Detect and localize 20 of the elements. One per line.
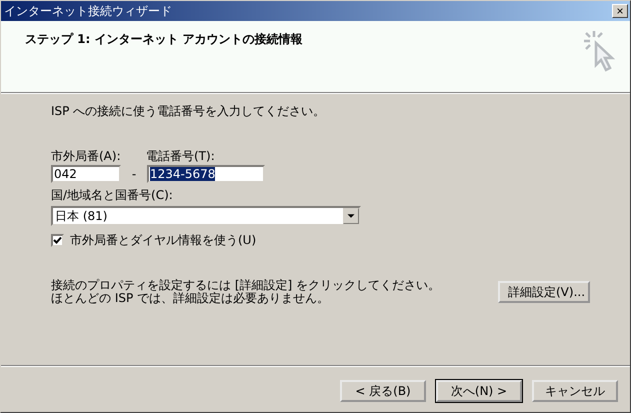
note-text: 接続のプロパティを設定するには [詳細設定] をクリックしてください。: [51, 279, 440, 292]
wizard-button[interactable]: キャンセル: [532, 380, 618, 402]
step-title: ステップ 1: インターネット アカウントの接続情報: [25, 31, 303, 48]
wizard-button[interactable]: 次へ(N) >: [436, 380, 522, 402]
field-label: 国/地域名と国番号(C):: [51, 187, 174, 204]
country-dropdown[interactable]: 日本 (81): [51, 206, 361, 226]
field-label: 電話番号(T):: [146, 148, 215, 165]
wizard-button[interactable]: < 戻る(B): [340, 380, 426, 402]
area-code-field[interactable]: 042: [51, 165, 121, 183]
advanced-settings-button[interactable]: 詳細設定(V)...: [498, 281, 590, 303]
checkbox-label: 市外局番とダイヤル情報を使う(U): [70, 232, 256, 249]
close-button[interactable]: ×: [612, 4, 628, 18]
window-title: インターネット接続ウィザード: [4, 2, 172, 20]
phone-number-field[interactable]: 1234-5678: [147, 165, 265, 183]
cursor-sparkle-icon: [582, 29, 618, 73]
note-text: ほとんどの ISP では、詳細設定は必要ありません。: [51, 292, 330, 305]
instruction-text: ISP への接続に使う電話番号を入力してください。: [51, 103, 326, 120]
field-label: 市外局番(A):: [51, 148, 122, 165]
checkbox[interactable]: [51, 234, 64, 247]
separator-text: -: [130, 167, 138, 181]
